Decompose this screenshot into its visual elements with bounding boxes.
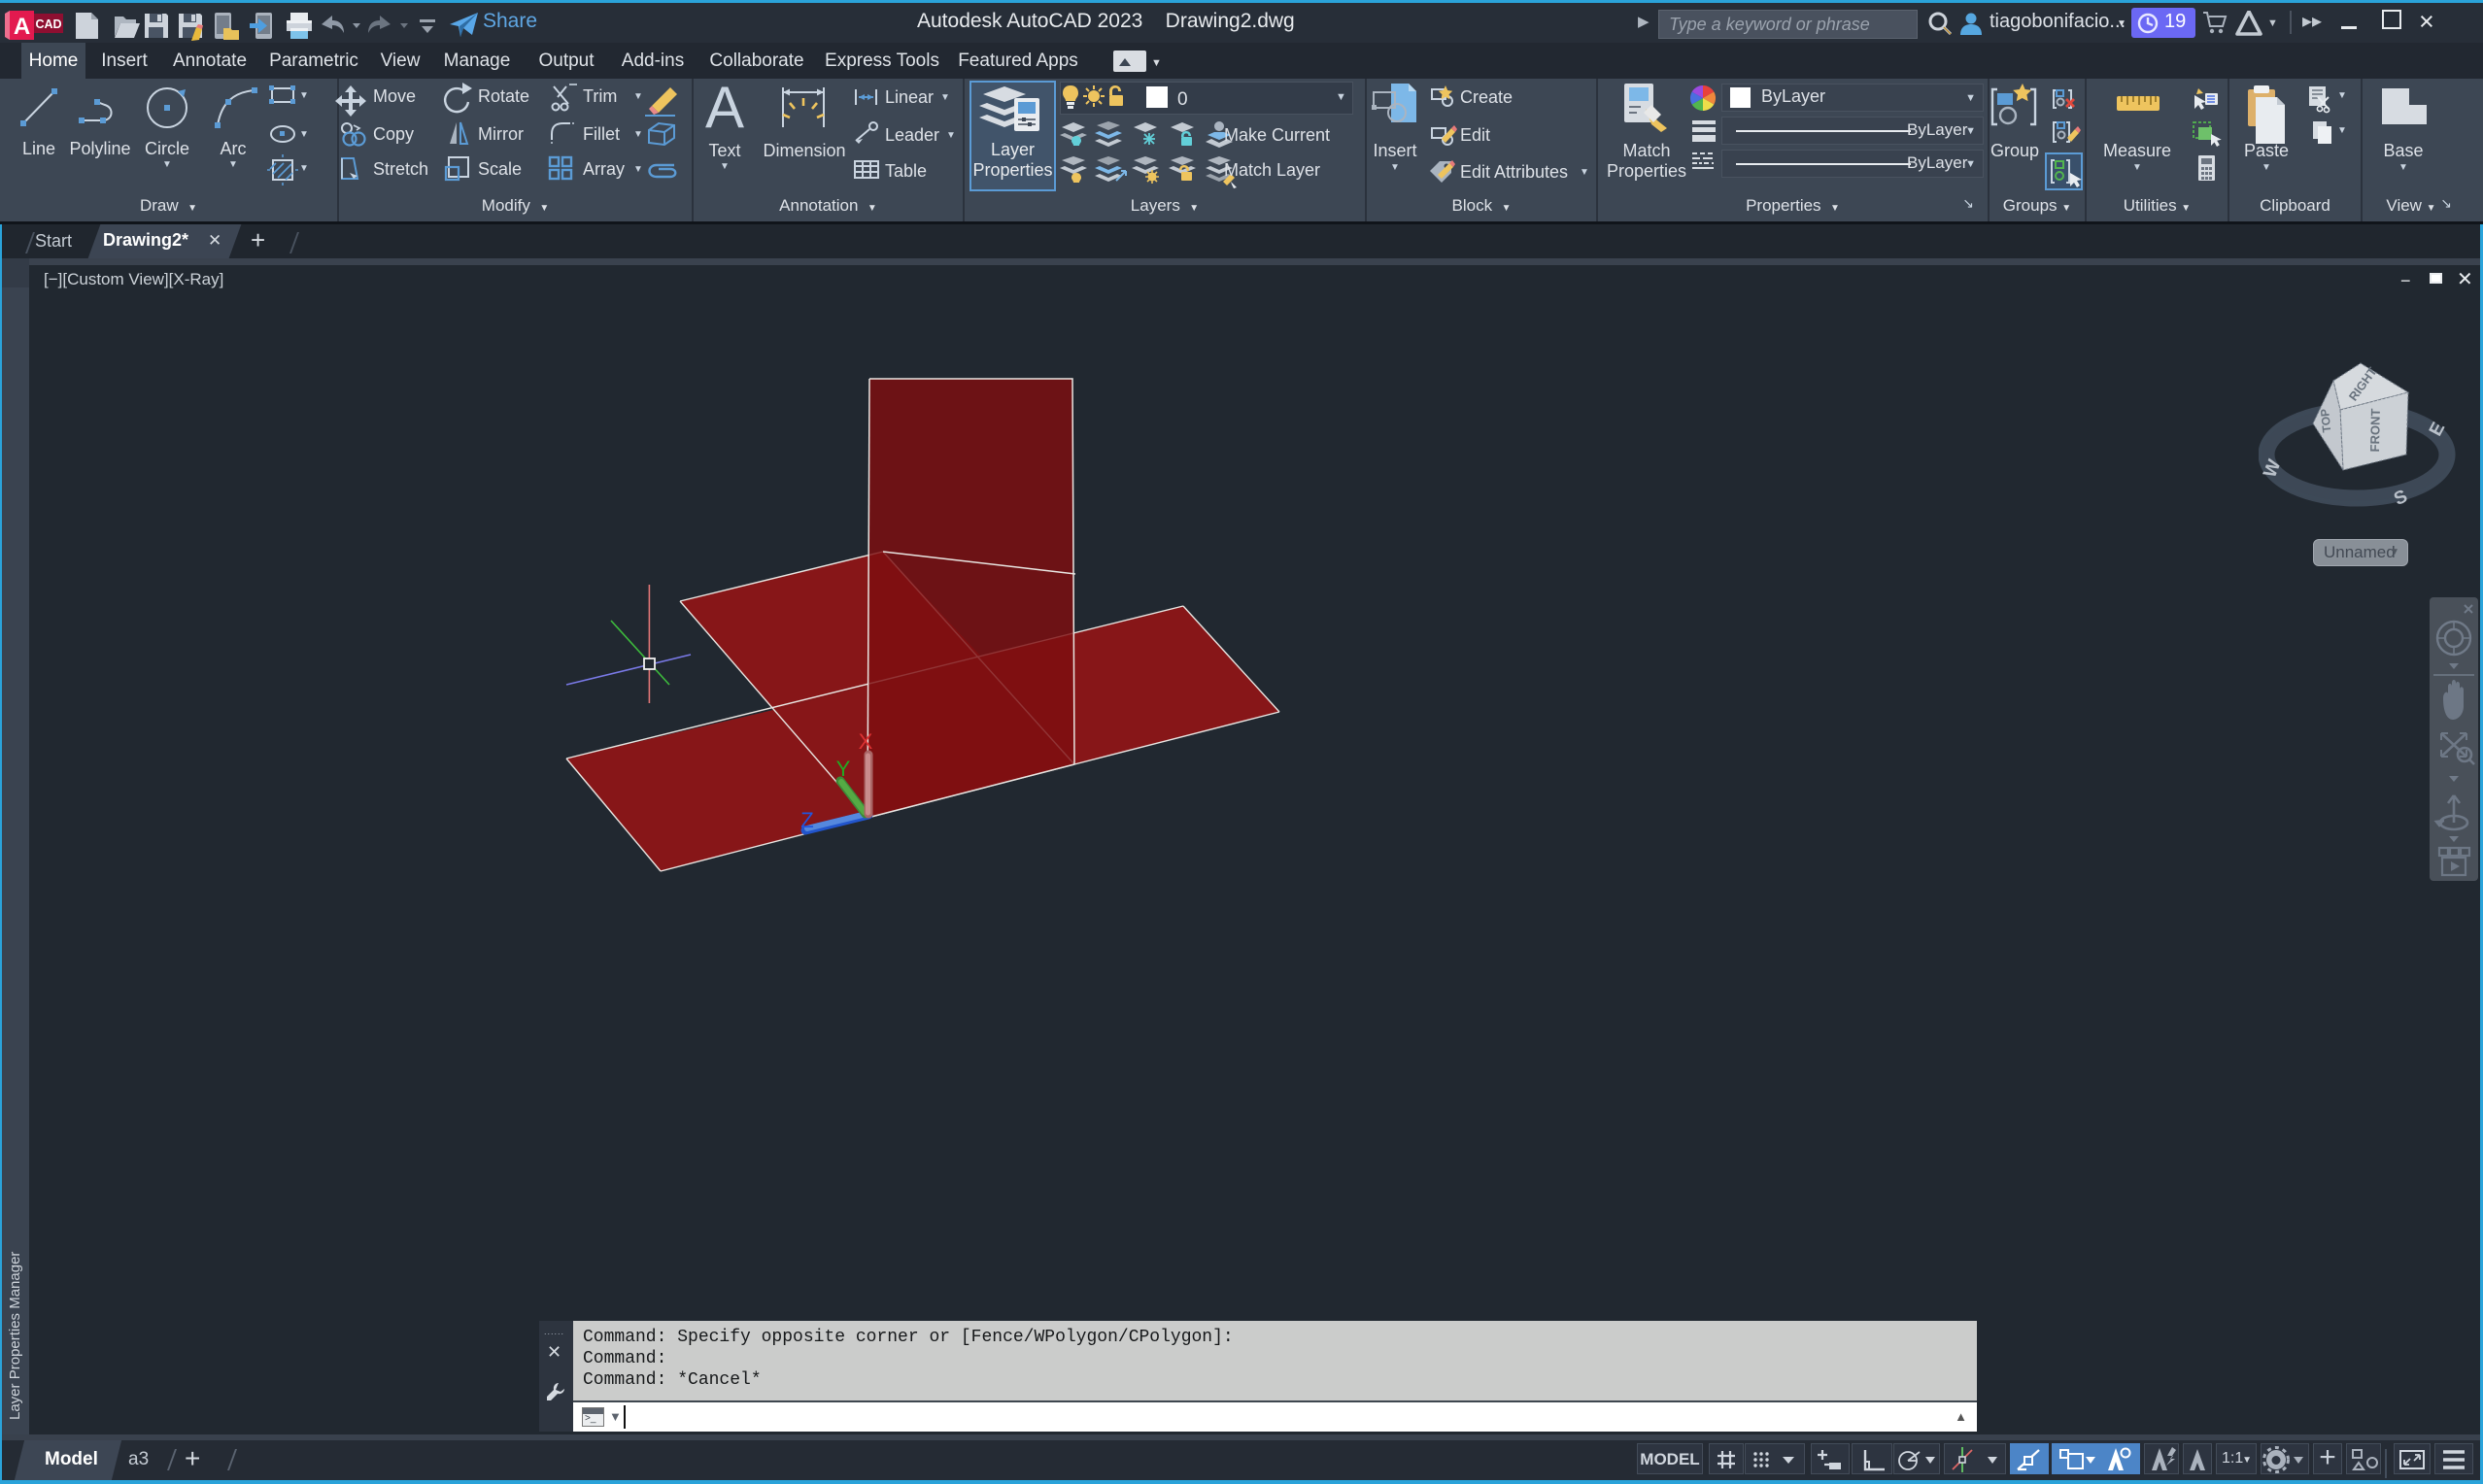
svg-text:FRONT: FRONT [2367, 408, 2383, 452]
svg-text:CAD: CAD [35, 17, 61, 31]
svg-text:Y: Y [836, 757, 851, 781]
svg-text:0: 0 [1177, 89, 1188, 110]
svg-text:Z: Z [800, 808, 813, 832]
svg-text:A: A [705, 79, 744, 140]
svg-text:A: A [14, 14, 30, 40]
svg-text:X: X [859, 729, 873, 754]
svg-text:TOP: TOP [2318, 408, 2333, 433]
